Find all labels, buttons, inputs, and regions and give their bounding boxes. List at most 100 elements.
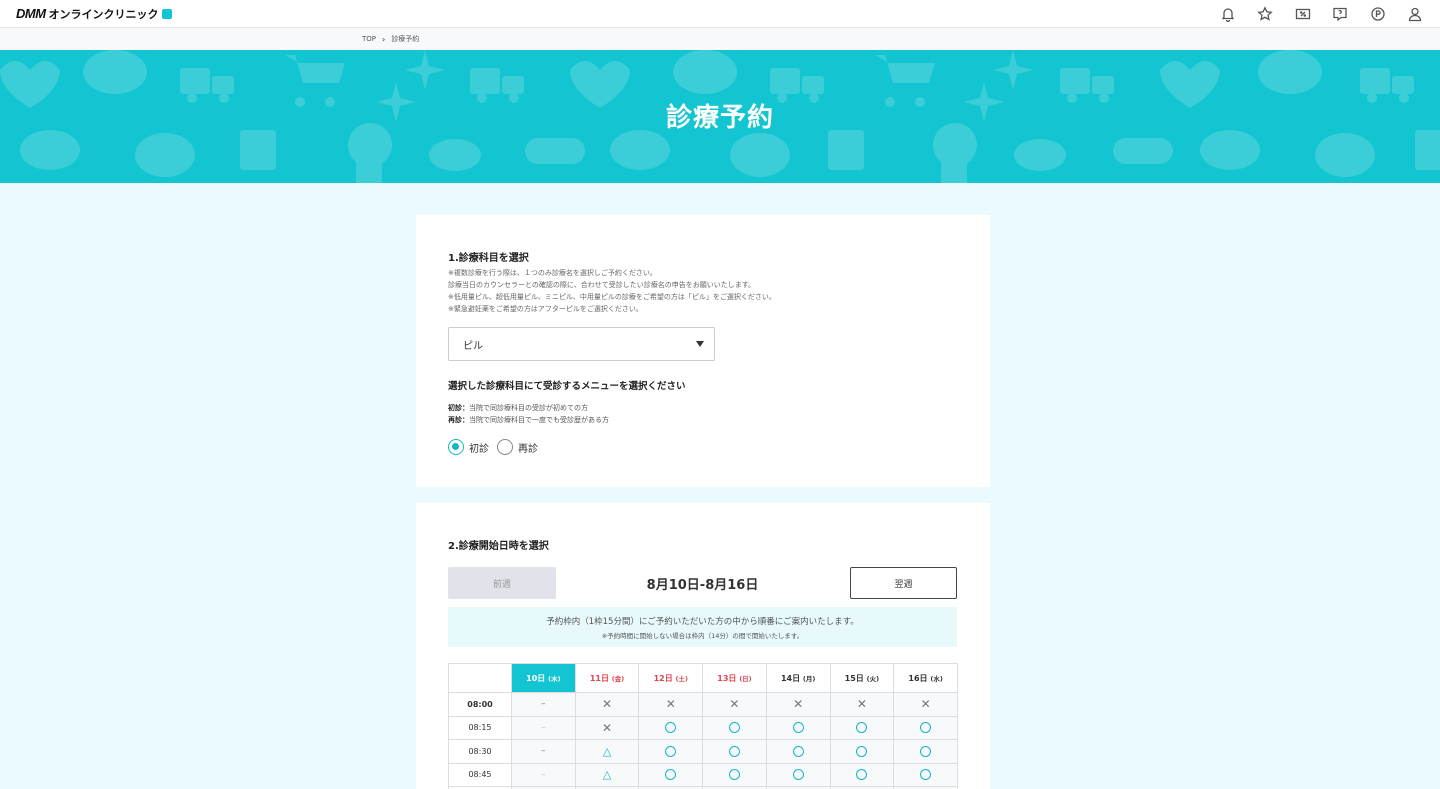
- week-navigation: 前週 8月10日-8月16日 翌週: [448, 567, 957, 599]
- time-header-cell: [448, 663, 512, 693]
- schedule-table: 10日 (木) 11日 (金) 12日 (土) 13日 (日) 14日 (月) 15日 (…: [448, 663, 958, 789]
- day-of-week: (日): [739, 674, 752, 683]
- available-icon: [856, 769, 868, 781]
- breadcrumb: TOP › 診療予約: [362, 34, 419, 44]
- available-icon: [792, 769, 804, 781]
- time-slot-row: 08:15 – ✕: [448, 715, 958, 740]
- bell-icon[interactable]: [1209, 0, 1247, 28]
- day-header-cell: 10日 (木): [511, 663, 576, 693]
- day-date: 13日: [717, 673, 737, 683]
- radio-first-visit[interactable]: 初診: [448, 439, 489, 455]
- section1-title: 1.診療科目を選択: [448, 253, 529, 264]
- note-line: ※低用量ピル、超低用量ピル、ミニピル、中用量ピルの診療をご希望の方は「ピル」をご…: [448, 293, 776, 301]
- slot-cell[interactable]: [893, 739, 958, 764]
- day-header-cell: 12日 (土): [638, 663, 704, 693]
- few-left-icon: △: [602, 768, 612, 782]
- department-select[interactable]: ピル: [448, 327, 715, 361]
- available-icon: [792, 722, 804, 734]
- slot-cell[interactable]: [765, 739, 831, 764]
- available-icon: [856, 745, 868, 757]
- slot-cell[interactable]: [702, 762, 767, 787]
- slot-cell: ✕: [702, 692, 767, 717]
- info-sub-text: ※予約時間に開始しない場合は枠内（14分）の間で開始いたします。: [601, 632, 804, 640]
- radio-button[interactable]: [448, 439, 464, 455]
- slot-cell[interactable]: [829, 715, 895, 740]
- slot-cell[interactable]: [893, 715, 958, 740]
- time-label-cell: 08:15: [448, 715, 512, 740]
- site-logo[interactable]: DMM オンラインクリニック: [16, 6, 172, 22]
- slot-cell[interactable]: [893, 762, 958, 787]
- definition-line: 初診：当院で同診療科目の受診が初めての方: [448, 402, 609, 414]
- header-icons: [1209, 0, 1434, 28]
- next-week-button[interactable]: 翌週: [850, 567, 957, 599]
- user-icon[interactable]: [1397, 0, 1435, 28]
- radio-return-visit[interactable]: 再診: [497, 439, 538, 455]
- slot-cell[interactable]: [702, 715, 767, 740]
- help-icon[interactable]: [1322, 0, 1360, 28]
- department-select-value: ピル: [463, 340, 483, 352]
- slot-cell: –: [511, 762, 576, 787]
- radio-button[interactable]: [497, 439, 513, 455]
- reservation-info-box: 予約枠内（1枠15分間）にご予約いただいた方の中から順番にご案内いたします。 ※…: [448, 607, 957, 647]
- dash-icon: –: [541, 699, 546, 710]
- slot-cell[interactable]: △: [574, 762, 640, 787]
- point-icon[interactable]: [1359, 0, 1397, 28]
- slot-cell[interactable]: [829, 762, 895, 787]
- slot-cell[interactable]: [638, 715, 704, 740]
- unavailable-icon: ✕: [602, 697, 613, 712]
- slot-cell[interactable]: [638, 762, 704, 787]
- time-label-cell: 08:00: [448, 692, 512, 717]
- breadcrumb-top-link[interactable]: TOP: [362, 35, 376, 43]
- slot-cell[interactable]: [702, 739, 767, 764]
- time-slot-row: 08:30 – △: [448, 739, 958, 764]
- breadcrumb-current: 診療予約: [391, 35, 420, 43]
- time-label-cell: 08:45: [448, 762, 512, 787]
- slot-cell[interactable]: [765, 715, 831, 740]
- day-header-cell: 14日 (月): [765, 663, 831, 693]
- definition-line: 再診：当院で同診療科目で一度でも受診歴がある方: [448, 414, 609, 426]
- slot-cell: ✕: [574, 692, 640, 717]
- datetime-select-card: 2.診療開始日時を選択 前週 8月10日-8月16日 翌週 予約枠内（1枠15分…: [416, 503, 990, 789]
- schedule-header-row: 10日 (木) 11日 (金) 12日 (土) 13日 (日) 14日 (月) 15日 (…: [448, 663, 958, 693]
- unavailable-icon: ✕: [665, 697, 676, 712]
- section2-title: 2.診療開始日時を選択: [448, 541, 549, 552]
- radio-label: 再診: [518, 443, 538, 455]
- available-icon: [856, 722, 868, 734]
- unavailable-icon: ✕: [602, 720, 613, 735]
- slot-cell[interactable]: △: [574, 739, 640, 764]
- unavailable-icon: ✕: [729, 697, 740, 712]
- available-icon: [920, 722, 932, 734]
- dash-icon: –: [541, 769, 546, 780]
- definition-term: 初診：: [448, 404, 469, 412]
- slot-cell[interactable]: [829, 739, 895, 764]
- day-of-week: (月): [802, 674, 816, 683]
- schedule-body: 08:00–✕✕✕✕✕✕08:15–✕08:30–△08:45–△09:00–: [448, 692, 958, 789]
- prev-week-button[interactable]: 前週: [448, 567, 556, 599]
- day-date: 14日: [780, 673, 801, 683]
- info-main-text: 予約枠内（1枠15分間）にご予約いただいた方の中から順番にご案内いたします。: [546, 617, 859, 627]
- slot-cell: ✕: [574, 715, 640, 740]
- star-icon[interactable]: [1247, 0, 1285, 28]
- slot-cell: ✕: [638, 692, 704, 717]
- section1-notes: ※複数診療を行う際は、１つのみ診療名を選択しご予約ください。 診療当日のカウンセ…: [448, 267, 776, 315]
- caret-down-icon: [696, 341, 704, 347]
- department-select-card: 1.診療科目を選択 ※複数診療を行う際は、１つのみ診療名を選択しご予約ください。…: [416, 215, 990, 487]
- available-icon: [665, 769, 677, 781]
- definition-term: 再診：: [448, 416, 469, 424]
- visit-type-radio-group: 初診 再診: [448, 439, 538, 455]
- day-date: 16日: [908, 673, 928, 683]
- slot-cell: –: [511, 715, 576, 740]
- coupon-icon[interactable]: [1284, 0, 1322, 28]
- day-of-week: (火): [866, 674, 880, 683]
- slot-cell[interactable]: [765, 762, 831, 787]
- logo-badge-icon: [161, 8, 172, 19]
- note-line: ※複数診療を行う際は、１つのみ診療名を選択しご予約ください。: [448, 269, 657, 277]
- unavailable-icon: ✕: [793, 697, 804, 712]
- slot-cell: ✕: [893, 692, 958, 717]
- page-title: 診療予約: [665, 103, 774, 133]
- menu-select-title: 選択した診療科目にて受診するメニューを選択ください: [448, 381, 686, 392]
- slot-cell[interactable]: [638, 739, 704, 764]
- global-header: DMM オンラインクリニック: [0, 0, 1440, 28]
- day-date: 10日: [526, 673, 546, 683]
- available-icon: [665, 745, 677, 757]
